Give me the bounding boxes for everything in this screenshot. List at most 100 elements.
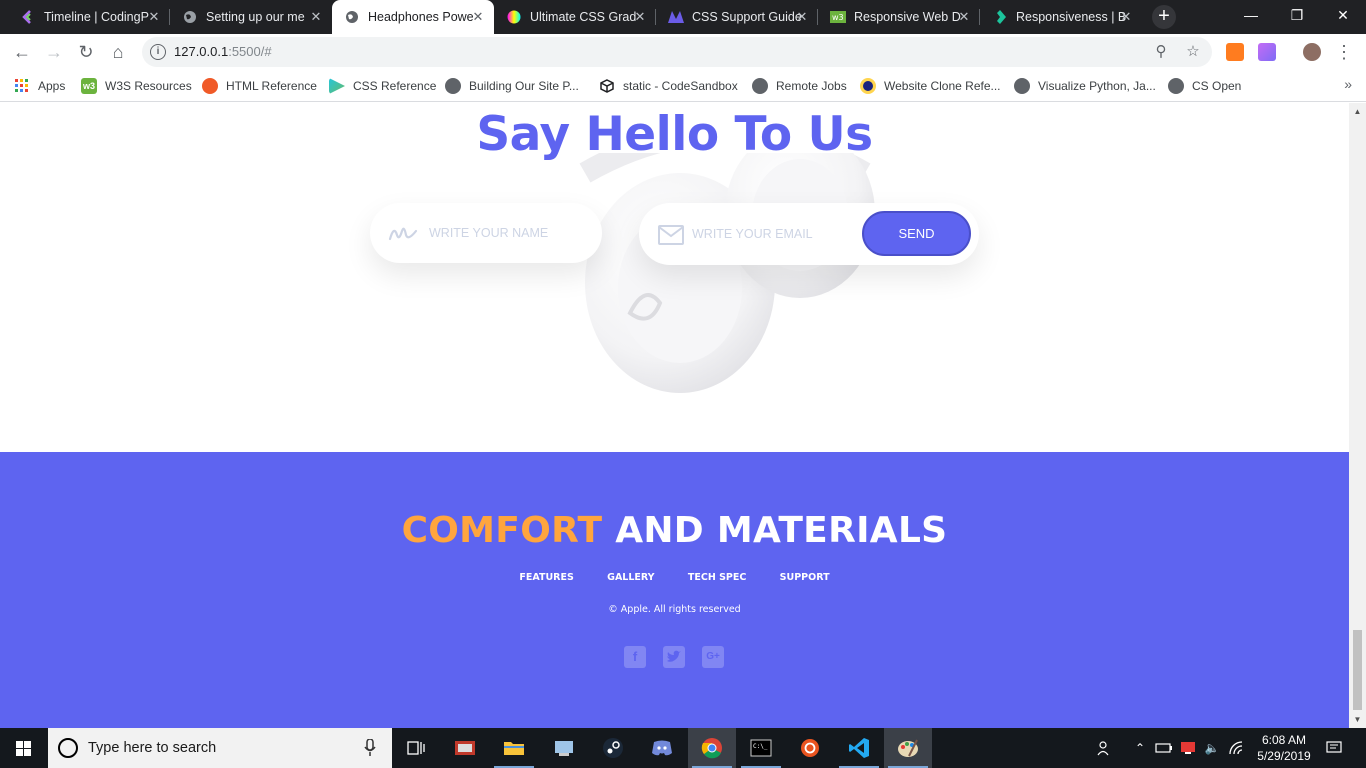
taskbar: Type here to search C:\_ ⌃ 🔈 6:08 AM 5/2… <box>0 728 1366 768</box>
svg-text:C:\_: C:\_ <box>753 743 768 750</box>
minimize-button[interactable]: — <box>1228 0 1274 34</box>
browser-tab[interactable]: w3 Responsive Web D ✕ <box>818 0 980 34</box>
vscode-icon[interactable] <box>835 728 883 768</box>
bookmark-website-clone[interactable]: Website Clone Refe... <box>860 76 1001 96</box>
name-field[interactable] <box>370 203 602 263</box>
zoom-icon[interactable]: ⚲ <box>1152 43 1170 61</box>
new-tab-button[interactable]: + <box>1152 5 1176 29</box>
bookmark-cs-open[interactable]: CS Open <box>1168 76 1241 96</box>
close-tab-icon[interactable]: ✕ <box>632 9 648 25</box>
browser-tab-active[interactable]: Headphones Powe ✕ <box>332 0 494 34</box>
envelope-icon <box>658 225 684 245</box>
defender-icon[interactable] <box>1178 728 1198 768</box>
bookmark-css-reference[interactable]: CSS Reference <box>329 76 436 96</box>
bookmark-apps[interactable]: Apps <box>14 76 65 96</box>
browser-tab[interactable]: Responsiveness | B ✕ <box>980 0 1142 34</box>
bookmark-star-icon[interactable]: ☆ <box>1184 43 1202 61</box>
bookmark-codesandbox[interactable]: static - CodeSandbox <box>599 76 738 96</box>
close-tab-icon[interactable]: ✕ <box>146 9 162 25</box>
volume-icon[interactable]: 🔈 <box>1202 728 1222 768</box>
footer-link-support[interactable]: SUPPORT <box>780 572 830 583</box>
bookmark-visualize-python[interactable]: Visualize Python, Ja... <box>1014 76 1156 96</box>
bookmark-label: CSS Reference <box>353 79 437 93</box>
forward-button[interactable]: → <box>42 40 66 64</box>
footer-link-features[interactable]: FEATURES <box>519 572 573 583</box>
browser-tab[interactable]: CSS Support Guide ✕ <box>656 0 818 34</box>
photos-app-icon[interactable] <box>441 728 489 768</box>
bookmark-w3s[interactable]: w3 W3S Resources <box>81 76 192 96</box>
back-button[interactable]: ← <box>10 40 34 64</box>
email-input[interactable] <box>692 225 852 243</box>
page-scrollbar[interactable]: ▲ ▼ <box>1349 103 1366 728</box>
action-center-icon[interactable] <box>1322 728 1346 768</box>
twitter-icon[interactable] <box>663 646 685 668</box>
reload-button[interactable]: ↻ <box>74 40 98 64</box>
start-button[interactable] <box>0 728 48 768</box>
home-button[interactable]: ⌂ <box>106 40 130 64</box>
email-field[interactable]: SEND <box>639 203 979 265</box>
close-tab-icon[interactable]: ✕ <box>308 9 324 25</box>
taskbar-search[interactable]: Type here to search <box>48 728 392 768</box>
scroll-up-icon[interactable]: ▲ <box>1353 107 1362 116</box>
extension-icon[interactable] <box>1258 43 1276 61</box>
network-app-icon[interactable] <box>540 728 588 768</box>
browser-tab[interactable]: Timeline | CodingP ✕ <box>8 0 170 34</box>
google-plus-icon[interactable]: G+ <box>702 646 724 668</box>
people-icon[interactable] <box>1092 728 1118 768</box>
codesandbox-icon <box>599 78 615 94</box>
close-window-button[interactable]: ✕ <box>1320 0 1366 34</box>
windows-logo-icon <box>16 741 31 756</box>
bookmark-label: Remote Jobs <box>776 79 847 93</box>
profile-avatar[interactable] <box>1303 43 1321 61</box>
show-hidden-icons[interactable]: ⌃ <box>1130 728 1150 768</box>
codingphase-icon <box>20 9 36 25</box>
bookmark-html-reference[interactable]: HTML Reference <box>202 76 317 96</box>
extension-analytics-icon[interactable] <box>1226 43 1244 61</box>
site-info-icon[interactable]: i <box>150 44 166 60</box>
close-tab-icon[interactable]: ✕ <box>1118 9 1134 25</box>
copyright-text: © Apple. All rights reserved <box>608 604 741 615</box>
name-input[interactable] <box>429 224 589 242</box>
system-clock[interactable]: 6:08 AM 5/29/2019 <box>1246 732 1322 764</box>
scrollbar-thumb[interactable] <box>1353 630 1362 710</box>
cortana-icon <box>58 738 78 758</box>
ubuntu-icon[interactable] <box>786 728 834 768</box>
footer-link-tech-spec[interactable]: TECH SPEC <box>688 572 746 583</box>
bookmark-label: Building Our Site P... <box>469 79 579 93</box>
tab-title: Responsive Web D <box>854 10 961 24</box>
browser-tab[interactable]: Setting up our me ✕ <box>170 0 332 34</box>
menu-kebab-icon[interactable]: ⋮ <box>1332 40 1356 64</box>
gradient-icon <box>506 9 522 25</box>
footer-nav: FEATURES GALLERY TECH SPEC SUPPORT <box>0 572 1349 583</box>
steam-icon[interactable] <box>589 728 637 768</box>
close-tab-icon[interactable]: ✕ <box>956 9 972 25</box>
browser-tab[interactable]: Ultimate CSS Grad ✕ <box>494 0 656 34</box>
paint-icon[interactable] <box>884 728 932 768</box>
battery-icon[interactable] <box>1154 728 1174 768</box>
close-tab-icon[interactable]: ✕ <box>794 9 810 25</box>
send-button[interactable]: SEND <box>862 211 971 256</box>
bookmarks-overflow-icon[interactable]: » <box>1344 76 1352 92</box>
footer-link-gallery[interactable]: GALLERY <box>607 572 654 583</box>
close-tab-icon[interactable]: ✕ <box>470 9 486 25</box>
bookmark-label: static - CodeSandbox <box>623 79 738 93</box>
terminal-icon[interactable]: C:\_ <box>737 728 785 768</box>
bookmark-remote-jobs[interactable]: Remote Jobs <box>752 76 847 96</box>
facebook-icon[interactable]: f <box>624 646 646 668</box>
file-explorer-icon[interactable] <box>490 728 538 768</box>
globe-icon <box>1014 78 1030 94</box>
chrome-icon[interactable] <box>688 728 736 768</box>
discord-icon[interactable] <box>638 728 686 768</box>
url-text[interactable]: 127.0.0.1:5500/# <box>174 44 272 59</box>
wifi-icon[interactable] <box>1226 728 1246 768</box>
restore-button[interactable]: ❐ <box>1274 0 1320 34</box>
task-view-icon[interactable] <box>392 728 440 768</box>
bookmark-building-site[interactable]: Building Our Site P... <box>445 76 579 96</box>
footer-title: COMFORT AND MATERIALS <box>0 510 1349 551</box>
address-bar[interactable]: i 127.0.0.1:5500/# ⚲ ☆ <box>142 37 1212 67</box>
microphone-icon[interactable] <box>364 739 376 757</box>
scroll-down-icon[interactable]: ▼ <box>1353 715 1362 724</box>
circle-icon <box>860 78 876 94</box>
headphones-background-image <box>579 153 875 393</box>
bookmark-label: W3S Resources <box>105 79 192 93</box>
